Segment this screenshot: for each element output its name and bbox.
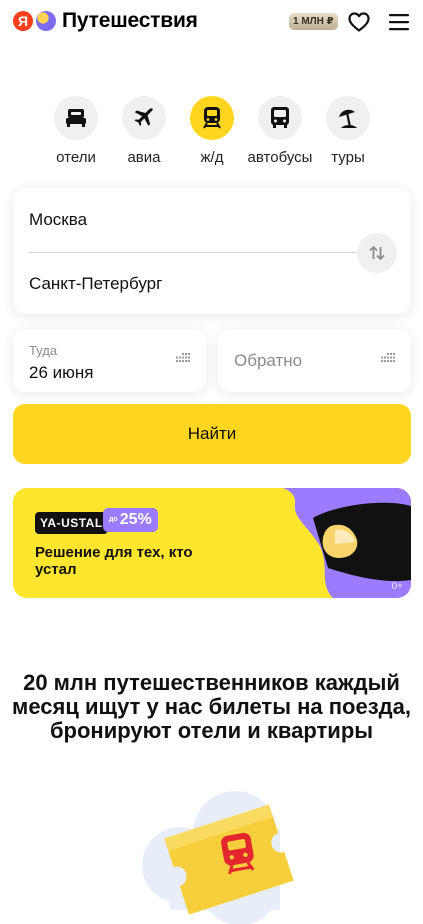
promo-discount-badge: до 25% xyxy=(103,508,158,532)
promo-text: Решение для тех, кто устал xyxy=(35,544,193,578)
date-back-placeholder: Обратно xyxy=(234,351,303,370)
tab-hotels-circle[interactable] xyxy=(54,96,98,140)
promo-banner[interactable]: YA-USTAL до 25% Решение для тех, кто уста… xyxy=(13,488,411,598)
date-there-value: 26 июня xyxy=(29,363,94,382)
plane-icon xyxy=(134,108,153,126)
calendar-icon xyxy=(176,353,190,362)
tab-buses[interactable]: автобусы xyxy=(245,96,315,166)
app-title[interactable]: Путешествия xyxy=(62,9,198,33)
beach-umbrella-icon xyxy=(339,109,357,128)
date-back-field[interactable]: Обратно xyxy=(218,329,411,392)
train-icon xyxy=(203,107,221,129)
tab-buses-label: автобусы xyxy=(247,149,313,166)
train-ticket-illustration xyxy=(142,791,294,924)
search-button[interactable]: Найти xyxy=(13,404,411,464)
globe-logo-icon xyxy=(36,11,56,31)
tab-avia-circle[interactable] xyxy=(122,96,166,140)
tab-buses-circle[interactable] xyxy=(258,96,302,140)
swap-arrows-icon xyxy=(369,245,385,261)
promo-discount-value: 25% xyxy=(119,511,152,528)
swap-button[interactable] xyxy=(357,233,397,273)
tab-avia-label: авиа xyxy=(127,149,161,166)
tab-avia[interactable]: авиа xyxy=(109,96,179,166)
tab-tours-circle[interactable] xyxy=(326,96,370,140)
route-card: Москва Санкт-Петербург xyxy=(13,188,411,314)
tab-trains-circle[interactable] xyxy=(190,96,234,140)
date-there-label: Туда xyxy=(29,343,58,358)
tagline: 20 млн путешественников каждый месяц ищу… xyxy=(12,670,411,743)
heart-icon[interactable] xyxy=(347,10,371,34)
promo-code-badge: YA-USTAL xyxy=(35,512,108,534)
menu-icon[interactable] xyxy=(388,12,410,32)
tab-trains[interactable]: ж/д xyxy=(177,96,247,166)
from-field[interactable]: Москва xyxy=(29,210,87,230)
promo-discount-prefix: до xyxy=(109,516,118,524)
tab-tours-label: туры xyxy=(331,149,365,166)
bed-icon xyxy=(66,109,86,127)
yandex-logo[interactable]: Я xyxy=(13,11,33,31)
app-header: Я Путешествия 1 МЛН ₽ xyxy=(0,0,423,44)
tab-hotels[interactable]: отели xyxy=(41,96,111,166)
route-divider xyxy=(29,252,357,253)
promo-illustration xyxy=(283,488,411,598)
tab-tours[interactable]: туры xyxy=(313,96,383,166)
tab-hotels-label: отели xyxy=(56,149,96,166)
plus-points-badge[interactable]: 1 МЛН ₽ xyxy=(289,13,338,30)
age-rating: 0+ xyxy=(391,581,403,592)
to-field[interactable]: Санкт-Петербург xyxy=(29,274,162,294)
bus-icon xyxy=(271,107,289,128)
date-there-field[interactable]: Туда 26 июня xyxy=(13,329,206,392)
tab-trains-label: ж/д xyxy=(200,149,224,166)
calendar-icon xyxy=(381,353,395,362)
